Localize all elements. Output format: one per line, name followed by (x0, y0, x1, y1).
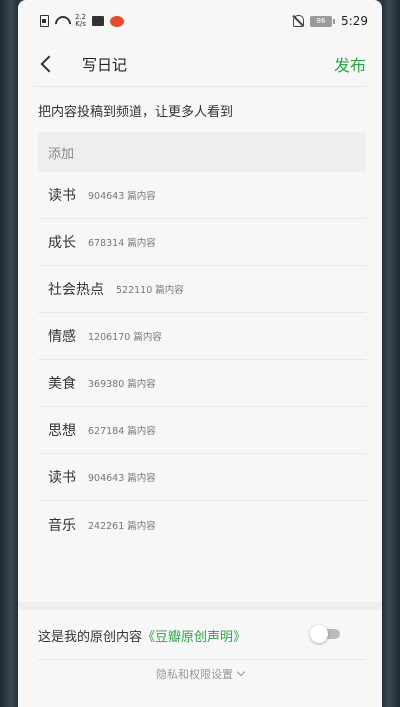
phone-frame-right (382, 0, 400, 707)
privacy-settings-button[interactable]: 隐私和权限设置 (18, 666, 382, 682)
publish-button[interactable]: 发布 (334, 52, 366, 76)
speed-unit: K/s (75, 20, 86, 28)
original-label: 这是我的原创内容 (38, 629, 143, 645)
battery-tip (333, 18, 336, 24)
channel-name: 读书 (48, 470, 76, 486)
channel-count: 242261 篇内容 (88, 520, 156, 532)
channel-list: 读书 904643 篇内容 成长 678314 篇内容 社会热点 522110 篇内容 情感… (38, 172, 366, 548)
channel-item[interactable]: 读书 904643 篇内容 (38, 454, 366, 501)
original-content-row: 这是我的原创内容 《豆瓣原创声明》 (38, 614, 342, 656)
channel-count: 1206170 篇内容 (88, 332, 162, 343)
channel-item[interactable]: 读书 904643 篇内容 (38, 172, 366, 219)
status-time: 5:29 (341, 14, 368, 28)
section-gap (18, 602, 382, 610)
header: 写日记 发布 (18, 42, 382, 86)
phone-frame-left (0, 0, 18, 707)
channel-item[interactable]: 音乐 242261 篇内容 (38, 501, 366, 548)
status-bar: 2.2 K/s 86 5:29 (18, 0, 382, 42)
channel-name: 音乐 (48, 517, 76, 534)
channel-count: 904643 篇内容 (88, 191, 156, 202)
battery-level: 86 (310, 15, 333, 27)
channel-subtitle: 把内容投稿到频道，让更多人看到 (38, 105, 234, 120)
weibo-icon (110, 15, 125, 27)
channel-count: 904643 篇内容 (88, 473, 156, 484)
sim-card-icon (40, 15, 49, 27)
channel-count: 678314 篇内容 (88, 238, 156, 249)
gallery-icon (92, 16, 105, 26)
add-channel-field[interactable]: 添加 (38, 132, 366, 172)
privacy-settings-label: 隐私和权限设置 (156, 668, 233, 681)
back-icon[interactable] (38, 54, 58, 74)
bottom-divider (38, 659, 366, 660)
original-toggle[interactable] (310, 625, 342, 643)
channel-count: 627184 篇内容 (88, 426, 156, 437)
original-declaration-link[interactable]: 《豆瓣原创声明》 (142, 626, 246, 645)
channel-name: 读书 (48, 188, 76, 204)
mute-icon (293, 15, 305, 27)
channel-name: 成长 (48, 235, 76, 251)
channel-count: 522110 篇内容 (116, 285, 184, 296)
channel-name: 美食 (48, 376, 76, 392)
battery-indicator: 86 (310, 15, 336, 27)
channel-name: 思想 (48, 423, 76, 439)
channel-count: 369380 篇内容 (88, 379, 156, 390)
channel-item[interactable]: 思想 627184 篇内容 (38, 407, 366, 454)
channel-item[interactable]: 情感 1206170 篇内容 (38, 313, 366, 360)
channel-item[interactable]: 成长 678314 篇内容 (38, 219, 366, 266)
network-speed: 2.2 K/s (75, 14, 86, 28)
channel-name: 情感 (48, 329, 76, 345)
channel-item[interactable]: 社会热点 522110 篇内容 (38, 266, 366, 313)
page-title: 写日记 (82, 55, 128, 74)
wifi-icon (55, 16, 69, 26)
channel-name: 社会热点 (48, 282, 104, 298)
channel-item[interactable]: 美食 369380 篇内容 (38, 360, 366, 407)
screen: 2.2 K/s 86 5:29 写日记 发布 把内容投稿到频道，让更多人看到 添… (18, 0, 382, 707)
toggle-thumb (310, 625, 328, 643)
chevron-down-icon (236, 667, 246, 677)
